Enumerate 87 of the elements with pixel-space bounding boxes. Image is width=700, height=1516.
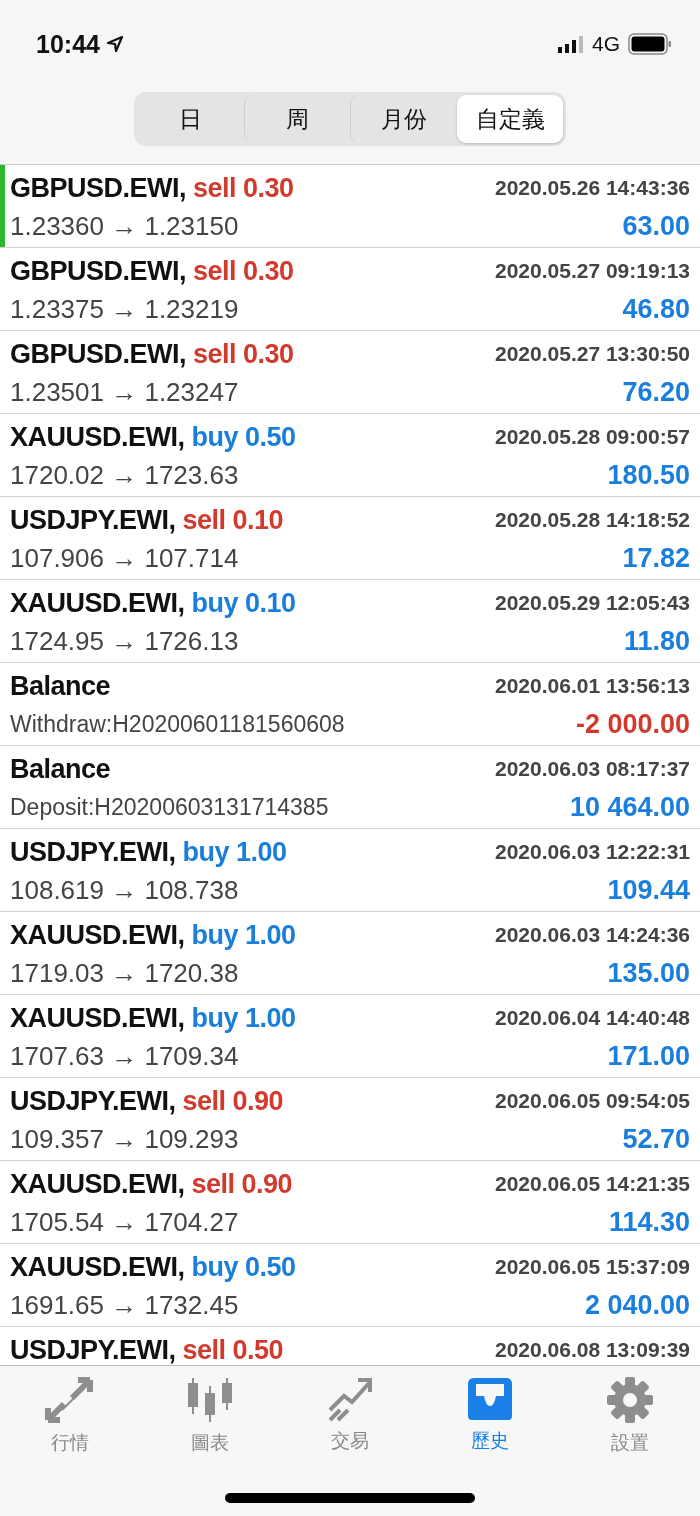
symbol-label: USDJPY.EWI, xyxy=(10,836,176,868)
price-range: 1.23501 → 1.23247 xyxy=(10,376,239,408)
period-segment[interactable]: 月份 xyxy=(350,95,457,143)
date-time: 2020.05.26 14:43:36 xyxy=(495,176,690,200)
price-range: 1707.63 → 1709.34 xyxy=(10,1040,239,1072)
settings-icon xyxy=(606,1376,654,1424)
profit-amount: -2 000.00 xyxy=(575,708,690,740)
price-range: 109.357 → 109.293 xyxy=(10,1123,239,1155)
date-time: 2020.06.05 14:21:35 xyxy=(495,1172,690,1196)
symbol-label: XAUUSD.EWI, xyxy=(10,919,185,951)
date-time: 2020.05.29 12:05:43 xyxy=(495,591,690,615)
price-range: 1705.54 → 1704.27 xyxy=(10,1206,239,1238)
period-segment[interactable]: 自定義 xyxy=(456,95,563,143)
profit-amount: 10 464.00 xyxy=(569,791,690,823)
period-segment[interactable]: 日 xyxy=(137,95,244,143)
symbol-label: XAUUSD.EWI, xyxy=(10,587,185,619)
price-range: 1720.02 → 1723.63 xyxy=(10,459,239,491)
price-range: 108.619 → 108.738 xyxy=(10,874,239,906)
history-row[interactable]: GBPUSD.EWI, sell 0.30 2020.05.26 14:43:36 1.23360 → 1.23150 63.00 xyxy=(0,165,700,248)
date-time: 2020.05.28 14:18:52 xyxy=(495,508,690,532)
network-label: 4G xyxy=(592,32,620,56)
profit-amount: 171.00 xyxy=(607,1040,690,1072)
profit-amount: 135.00 xyxy=(607,957,690,989)
inbox-icon xyxy=(466,1376,514,1422)
date-time: 2020.06.08 13:09:39 xyxy=(495,1338,690,1362)
price-range: 1691.65 → 1732.45 xyxy=(10,1289,239,1321)
symbol-label: GBPUSD.EWI, xyxy=(10,172,186,204)
period-segment[interactable]: 周 xyxy=(243,95,350,143)
symbol-label: USDJPY.EWI, xyxy=(10,504,176,536)
arrows-icon xyxy=(44,1376,96,1424)
date-time: 2020.06.05 15:37:09 xyxy=(495,1255,690,1279)
order-label: sell 0.90 xyxy=(191,1168,293,1200)
order-label: sell 0.50 xyxy=(182,1334,284,1365)
order-label: sell 0.30 xyxy=(193,172,294,204)
date-time: 2020.05.27 13:30:50 xyxy=(495,342,690,366)
order-label: sell 0.90 xyxy=(182,1085,284,1117)
symbol-label: XAUUSD.EWI, xyxy=(10,421,185,453)
balance-label: Balance xyxy=(10,670,111,702)
location-arrow-icon xyxy=(105,35,124,53)
date-time: 2020.06.03 14:24:36 xyxy=(495,923,690,947)
profit-amount: 2 040.00 xyxy=(584,1289,690,1321)
symbol-label: USDJPY.EWI, xyxy=(10,1334,176,1365)
profit-amount: 17.82 xyxy=(622,542,690,574)
clock-time: 10:44 xyxy=(36,29,100,59)
date-time: 2020.06.05 09:54:05 xyxy=(495,1089,690,1113)
date-time: 2020.05.27 09:19:13 xyxy=(495,259,690,283)
order-label: buy 0.50 xyxy=(191,1251,296,1283)
price-range: 1724.95 → 1726.13 xyxy=(10,625,239,657)
symbol-label: XAUUSD.EWI, xyxy=(10,1251,185,1283)
order-label: sell 0.30 xyxy=(193,338,294,370)
profit-amount: 114.30 xyxy=(608,1206,690,1238)
order-label: buy 1.00 xyxy=(191,1002,296,1034)
profit-amount: 180.50 xyxy=(607,459,690,491)
order-label: sell 0.30 xyxy=(193,255,294,287)
balance-comment: Withdraw:H20200601181560608 xyxy=(10,710,345,738)
symbol-label: GBPUSD.EWI, xyxy=(10,255,186,287)
trend-arrow-icon xyxy=(326,1376,374,1422)
tab-bar-item[interactable]: 歷史 xyxy=(430,1376,550,1456)
profit-amount: 52.70 xyxy=(622,1123,690,1155)
price-range: 1.23375 → 1.23219 xyxy=(10,293,239,325)
order-label: sell 0.10 xyxy=(182,504,284,536)
order-label: buy 0.10 xyxy=(191,587,296,619)
balance-comment: Deposit:H20200603131714385 xyxy=(10,793,329,821)
signal-icon xyxy=(558,35,584,53)
price-range: 1.23360 → 1.23150 xyxy=(10,210,239,242)
profit-amount: 63.00 xyxy=(622,210,690,242)
profit-amount: 109.44 xyxy=(607,874,690,906)
order-label: buy 0.50 xyxy=(191,421,296,453)
order-label: buy 1.00 xyxy=(191,919,296,951)
candlestick-icon xyxy=(186,1376,234,1424)
profit-amount: 11.80 xyxy=(623,625,690,657)
price-range: 1719.03 → 1720.38 xyxy=(10,957,239,989)
balance-label: Balance xyxy=(10,753,111,785)
price-range: 107.906 → 107.714 xyxy=(10,542,239,574)
symbol-label: XAUUSD.EWI, xyxy=(10,1168,185,1200)
profit-amount: 46.80 xyxy=(622,293,690,325)
symbol-label: XAUUSD.EWI, xyxy=(10,1002,185,1034)
symbol-label: GBPUSD.EWI, xyxy=(10,338,186,370)
date-time: 2020.06.03 08:17:37 xyxy=(495,757,690,781)
date-time: 2020.05.28 09:00:57 xyxy=(495,425,690,449)
date-time: 2020.06.04 14:40:48 xyxy=(495,1006,690,1030)
date-time: 2020.06.01 13:56:13 xyxy=(495,674,690,698)
profit-amount: 76.20 xyxy=(622,376,690,408)
order-label: buy 1.00 xyxy=(182,836,287,868)
symbol-label: USDJPY.EWI, xyxy=(10,1085,176,1117)
battery-icon xyxy=(628,33,672,55)
date-time: 2020.06.03 12:22:31 xyxy=(495,840,690,864)
